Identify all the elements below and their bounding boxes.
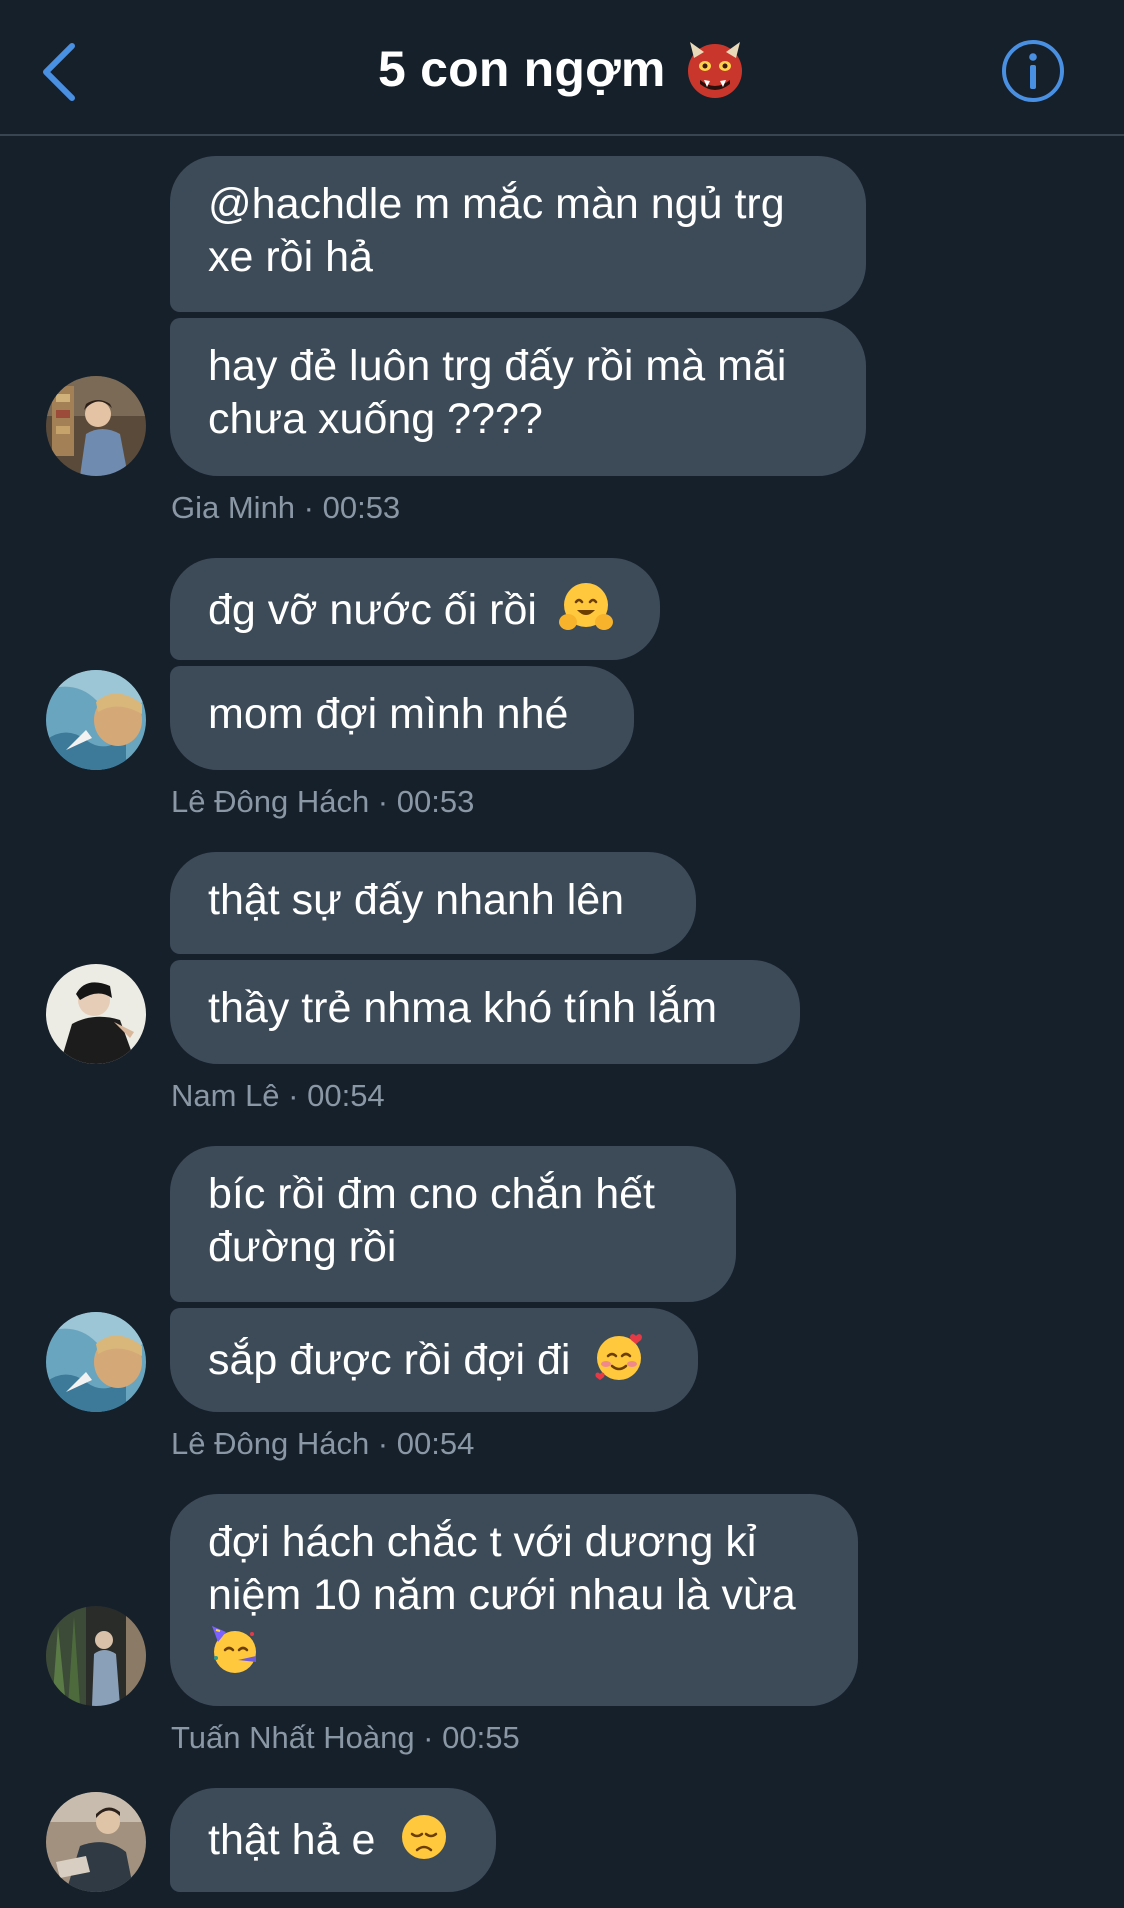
message-text-line: bíc rồi đm cno chắn hết	[208, 1170, 655, 1218]
message-bubble[interactable]: thật hả e	[170, 1788, 496, 1892]
avatar-photo	[46, 1792, 146, 1892]
message-meta: Nam Lê · 00:54	[171, 1078, 385, 1113]
message-text-line: niệm 10 năm cưới nhau là vừa	[208, 1571, 796, 1619]
partying-face-emoji-icon	[212, 1626, 256, 1673]
avatar[interactable]	[46, 1312, 146, 1412]
hugging-face-emoji-icon	[558, 583, 613, 630]
message-text: mom đợi mình nhé	[208, 690, 569, 738]
avatar-photo	[46, 376, 146, 476]
message-bubble[interactable]: sắp được rồi đợi đi	[170, 1308, 698, 1412]
avatar[interactable]	[46, 376, 146, 476]
message-bubble[interactable]: đg vỡ nước ối rồi	[170, 558, 660, 660]
disappointed-face-emoji-icon	[402, 1815, 447, 1859]
info-button[interactable]	[1000, 38, 1066, 104]
message-text-line: hay đẻ luôn trg đấy rồi mà mãi	[208, 342, 787, 390]
avatar-photo	[46, 1606, 146, 1706]
message-text-line: đợi hách chắc t với dương kỉ	[208, 1518, 757, 1566]
message-bubble[interactable]: thật sự đấy nhanh lên	[170, 852, 696, 954]
message-meta: Tuấn Nhất Hoàng · 00:55	[171, 1720, 520, 1755]
message-text: đg vỡ nước ối rồi	[208, 586, 537, 634]
message-text: thật hả e	[208, 1816, 376, 1864]
message-text: thật sự đấy nhanh lên	[208, 876, 625, 924]
message-bubble[interactable]: mom đợi mình nhé	[170, 666, 634, 770]
message-text-line: xe rồi hả	[208, 233, 373, 281]
avatar[interactable]	[46, 1792, 146, 1892]
message-bubble[interactable]: hay đẻ luôn trg đấy rồi mà mãi chưa xuốn…	[170, 318, 866, 476]
message-text: sắp được rồi đợi đi	[208, 1336, 571, 1384]
avatar[interactable]	[46, 964, 146, 1064]
avatar[interactable]	[46, 670, 146, 770]
message-text-line: @hachdle m mắc màn ngủ trg	[208, 180, 785, 228]
ogre-emoji-icon	[688, 42, 743, 98]
message-meta: Gia Minh · 00:53	[171, 490, 401, 525]
message-bubble[interactable]: @hachdle m mắc màn ngủ trg xe rồi hả	[170, 156, 866, 312]
message-bubble[interactable]: thầy trẻ nhma khó tính lắm	[170, 960, 800, 1064]
avatar-photo	[46, 964, 146, 1064]
conversation-header: 5 con ngợm	[0, 0, 1124, 136]
avatar[interactable]	[46, 1606, 146, 1706]
message-text: thầy trẻ nhma khó tính lắm	[208, 984, 718, 1032]
info-circle-icon	[1002, 40, 1064, 102]
message-bubble[interactable]: đợi hách chắc t với dương kỉ niệm 10 năm…	[170, 1494, 858, 1706]
message-bubble[interactable]: bíc rồi đm cno chắn hết đường rồi	[170, 1146, 736, 1302]
message-meta: Lê Đông Hách · 00:54	[171, 1426, 475, 1461]
message-meta: Lê Đông Hách · 00:53	[171, 784, 475, 819]
avatar-photo	[46, 1312, 146, 1412]
smiling-face-with-hearts-emoji-icon	[595, 1334, 643, 1380]
avatar-photo	[46, 670, 146, 770]
conversation-title: 5 con ngợm	[377, 41, 666, 97]
message-text-line: chưa xuống ????	[208, 395, 543, 443]
message-text-line: đường rồi	[208, 1223, 397, 1271]
conversation-title-area: 5 con ngợm	[0, 38, 1124, 108]
